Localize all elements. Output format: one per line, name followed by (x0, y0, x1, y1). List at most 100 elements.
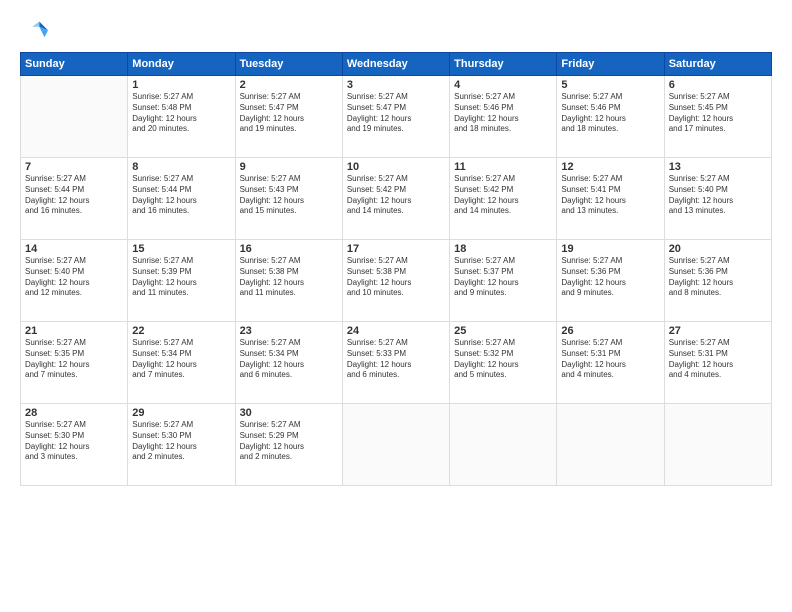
calendar-cell: 11Sunrise: 5:27 AMSunset: 5:42 PMDayligh… (450, 158, 557, 240)
day-number: 20 (669, 243, 767, 255)
cell-info-line: Daylight: 12 hours (240, 196, 338, 207)
cell-info-line: Daylight: 12 hours (454, 114, 552, 125)
cell-info-line: and 11 minutes. (240, 288, 338, 299)
day-number: 30 (240, 407, 338, 419)
cell-info-line: Daylight: 12 hours (132, 442, 230, 453)
cell-info-line: and 9 minutes. (561, 288, 659, 299)
day-number: 21 (25, 325, 123, 337)
calendar-cell (450, 404, 557, 486)
day-header-thursday: Thursday (450, 53, 557, 76)
cell-info-line: Sunrise: 5:27 AM (454, 256, 552, 267)
cell-info-line: Sunrise: 5:27 AM (669, 256, 767, 267)
cell-info-line: Daylight: 12 hours (240, 442, 338, 453)
calendar-body: 1Sunrise: 5:27 AMSunset: 5:48 PMDaylight… (21, 76, 772, 486)
cell-info-line: Daylight: 12 hours (25, 442, 123, 453)
cell-info-line: Daylight: 12 hours (454, 196, 552, 207)
cell-info-line: and 2 minutes. (132, 452, 230, 463)
calendar-cell: 14Sunrise: 5:27 AMSunset: 5:40 PMDayligh… (21, 240, 128, 322)
calendar-cell: 21Sunrise: 5:27 AMSunset: 5:35 PMDayligh… (21, 322, 128, 404)
day-number: 11 (454, 161, 552, 173)
cell-info-line: Sunrise: 5:27 AM (240, 174, 338, 185)
cell-info-line: and 19 minutes. (347, 124, 445, 135)
day-number: 13 (669, 161, 767, 173)
days-of-week-row: SundayMondayTuesdayWednesdayThursdayFrid… (21, 53, 772, 76)
cell-info-line: and 6 minutes. (347, 370, 445, 381)
cell-info-line: Daylight: 12 hours (561, 196, 659, 207)
cell-info-line: Daylight: 12 hours (132, 196, 230, 207)
cell-info-line: Sunrise: 5:27 AM (347, 174, 445, 185)
day-number: 24 (347, 325, 445, 337)
day-number: 15 (132, 243, 230, 255)
cell-info-line: Sunset: 5:45 PM (669, 103, 767, 114)
cell-info-line: Sunrise: 5:27 AM (454, 338, 552, 349)
calendar-cell: 19Sunrise: 5:27 AMSunset: 5:36 PMDayligh… (557, 240, 664, 322)
cell-info-line: Daylight: 12 hours (240, 114, 338, 125)
logo (20, 18, 52, 46)
calendar-cell: 17Sunrise: 5:27 AMSunset: 5:38 PMDayligh… (342, 240, 449, 322)
cell-info-line: and 16 minutes. (25, 206, 123, 217)
cell-info-line: Sunset: 5:34 PM (240, 349, 338, 360)
day-header-friday: Friday (557, 53, 664, 76)
cell-info-line: Sunrise: 5:27 AM (25, 256, 123, 267)
cell-info-line: Sunrise: 5:27 AM (25, 174, 123, 185)
day-number: 3 (347, 79, 445, 91)
cell-info-line: Sunrise: 5:27 AM (240, 256, 338, 267)
calendar-cell: 16Sunrise: 5:27 AMSunset: 5:38 PMDayligh… (235, 240, 342, 322)
day-number: 19 (561, 243, 659, 255)
cell-info-line: Sunset: 5:40 PM (669, 185, 767, 196)
day-number: 14 (25, 243, 123, 255)
cell-info-line: Sunset: 5:47 PM (240, 103, 338, 114)
cell-info-line: Daylight: 12 hours (347, 360, 445, 371)
cell-info-line: Sunrise: 5:27 AM (132, 338, 230, 349)
cell-info-line: Sunrise: 5:27 AM (347, 256, 445, 267)
cell-info-line: Daylight: 12 hours (561, 114, 659, 125)
cell-info-line: and 18 minutes. (561, 124, 659, 135)
calendar-header: SundayMondayTuesdayWednesdayThursdayFrid… (21, 53, 772, 76)
cell-info-line: Sunset: 5:39 PM (132, 267, 230, 278)
day-header-tuesday: Tuesday (235, 53, 342, 76)
cell-info-line: Sunset: 5:44 PM (132, 185, 230, 196)
cell-info-line: Sunset: 5:48 PM (132, 103, 230, 114)
cell-info-line: Daylight: 12 hours (347, 114, 445, 125)
cell-info-line: Sunset: 5:46 PM (454, 103, 552, 114)
cell-info-line: Daylight: 12 hours (669, 360, 767, 371)
cell-info-line: Sunset: 5:34 PM (132, 349, 230, 360)
cell-info-line: Daylight: 12 hours (132, 114, 230, 125)
cell-info-line: and 5 minutes. (454, 370, 552, 381)
calendar-cell: 15Sunrise: 5:27 AMSunset: 5:39 PMDayligh… (128, 240, 235, 322)
day-number: 5 (561, 79, 659, 91)
cell-info-line: Sunrise: 5:27 AM (454, 92, 552, 103)
calendar-cell: 5Sunrise: 5:27 AMSunset: 5:46 PMDaylight… (557, 76, 664, 158)
calendar-cell: 8Sunrise: 5:27 AMSunset: 5:44 PMDaylight… (128, 158, 235, 240)
calendar-cell: 20Sunrise: 5:27 AMSunset: 5:36 PMDayligh… (664, 240, 771, 322)
calendar-cell: 13Sunrise: 5:27 AMSunset: 5:40 PMDayligh… (664, 158, 771, 240)
day-number: 1 (132, 79, 230, 91)
cell-info-line: Sunset: 5:29 PM (240, 431, 338, 442)
day-number: 10 (347, 161, 445, 173)
cell-info-line: Sunset: 5:36 PM (669, 267, 767, 278)
cell-info-line: Daylight: 12 hours (240, 278, 338, 289)
logo-icon (20, 18, 48, 46)
week-row-1: 7Sunrise: 5:27 AMSunset: 5:44 PMDaylight… (21, 158, 772, 240)
cell-info-line: and 14 minutes. (347, 206, 445, 217)
calendar-cell: 29Sunrise: 5:27 AMSunset: 5:30 PMDayligh… (128, 404, 235, 486)
cell-info-line: Sunrise: 5:27 AM (561, 92, 659, 103)
calendar-cell: 6Sunrise: 5:27 AMSunset: 5:45 PMDaylight… (664, 76, 771, 158)
calendar-cell: 27Sunrise: 5:27 AMSunset: 5:31 PMDayligh… (664, 322, 771, 404)
cell-info-line: Daylight: 12 hours (132, 278, 230, 289)
cell-info-line: Sunset: 5:38 PM (240, 267, 338, 278)
cell-info-line: Sunrise: 5:27 AM (240, 92, 338, 103)
cell-info-line: and 17 minutes. (669, 124, 767, 135)
cell-info-line: and 15 minutes. (240, 206, 338, 217)
day-number: 28 (25, 407, 123, 419)
cell-info-line: Sunset: 5:36 PM (561, 267, 659, 278)
cell-info-line: Sunrise: 5:27 AM (240, 338, 338, 349)
cell-info-line: and 7 minutes. (132, 370, 230, 381)
cell-info-line: Sunset: 5:30 PM (132, 431, 230, 442)
cell-info-line: and 9 minutes. (454, 288, 552, 299)
cell-info-line: and 4 minutes. (669, 370, 767, 381)
calendar-cell: 24Sunrise: 5:27 AMSunset: 5:33 PMDayligh… (342, 322, 449, 404)
cell-info-line: Sunrise: 5:27 AM (561, 256, 659, 267)
cell-info-line: Sunrise: 5:27 AM (25, 338, 123, 349)
calendar-cell: 7Sunrise: 5:27 AMSunset: 5:44 PMDaylight… (21, 158, 128, 240)
